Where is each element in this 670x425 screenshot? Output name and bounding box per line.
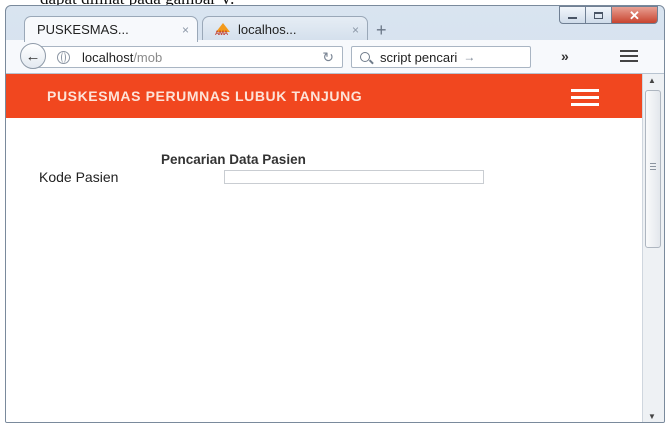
url-host: localhost bbox=[82, 49, 134, 65]
scrollbar-thumb[interactable] bbox=[645, 90, 661, 248]
scroll-up-icon[interactable]: ▲ bbox=[648, 76, 656, 85]
url-path: /mob bbox=[133, 49, 163, 65]
tab-localhost[interactable]: AMA localhos... × bbox=[202, 16, 368, 42]
browser-window: ✕ PUSKESMAS... × AMA localhos... × + ← l… bbox=[5, 5, 665, 423]
kode-pasien-input[interactable] bbox=[224, 170, 484, 184]
url-bar[interactable]: localhost/mob ↻ bbox=[36, 46, 343, 68]
back-arrow-icon: ← bbox=[25, 47, 41, 65]
back-button[interactable]: ← bbox=[20, 43, 46, 69]
kode-pasien-label: Kode Pasien bbox=[39, 169, 119, 185]
navigation-toolbar: ← localhost/mob ↻ script pencari → » bbox=[6, 40, 664, 74]
tab-label: PUSKESMAS... bbox=[37, 22, 129, 37]
vertical-scrollbar[interactable]: ▲ ▼ bbox=[642, 74, 664, 422]
form-title: Pencarian Data Pasien bbox=[161, 152, 306, 167]
overflow-chevron-icon[interactable]: » bbox=[561, 48, 569, 64]
scroll-down-icon[interactable]: ▼ bbox=[648, 412, 656, 421]
app-header: PUSKESMAS PERUMNAS LUBUK TANJUNG bbox=[6, 74, 642, 118]
grip-icon bbox=[650, 163, 656, 172]
tab-close-icon[interactable]: × bbox=[182, 23, 189, 37]
hamburger-menu-icon[interactable] bbox=[571, 89, 599, 110]
tab-puskesmas[interactable]: PUSKESMAS... × bbox=[24, 16, 198, 42]
search-bar[interactable]: script pencari → bbox=[351, 46, 531, 68]
tab-strip: PUSKESMAS... × AMA localhos... × + bbox=[6, 12, 664, 42]
go-arrow-icon[interactable]: → bbox=[463, 50, 475, 64]
new-tab-button[interactable]: + bbox=[376, 20, 387, 41]
tab-label: localhos... bbox=[238, 22, 297, 37]
tab-close-icon[interactable]: × bbox=[352, 23, 359, 37]
reload-icon[interactable]: ↻ bbox=[322, 49, 334, 66]
search-placeholder: script pencari bbox=[380, 49, 458, 65]
menu-icon[interactable] bbox=[620, 50, 638, 65]
globe-icon bbox=[57, 50, 70, 64]
search-icon bbox=[360, 52, 370, 62]
ama-favicon-icon: AMA bbox=[215, 22, 231, 37]
app-title: PUSKESMAS PERUMNAS LUBUK TANJUNG bbox=[47, 88, 363, 104]
page-content: PUSKESMAS PERUMNAS LUBUK TANJUNG Pencari… bbox=[6, 74, 642, 422]
